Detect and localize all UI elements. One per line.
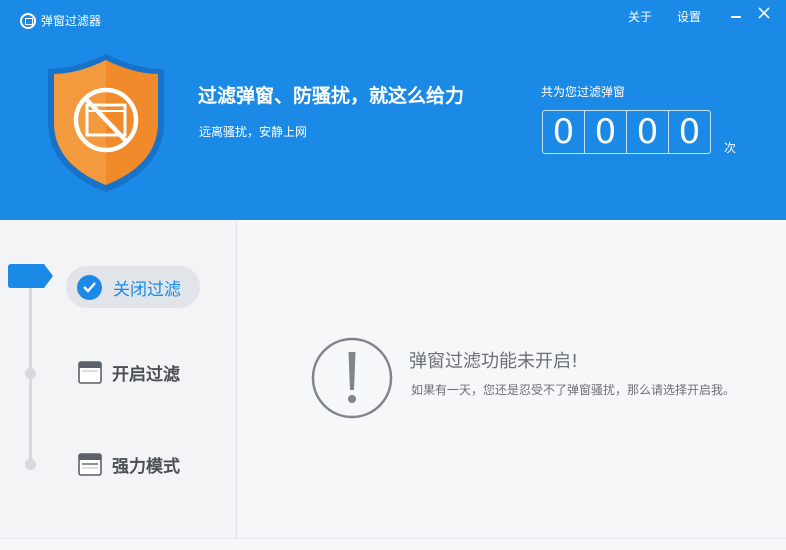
banner-headline: 过滤弹窗、防骚扰，就这么给力: [198, 85, 465, 107]
mode-off-label: 关闭过滤: [113, 279, 181, 300]
settings-link[interactable]: 设置: [677, 9, 701, 25]
status-description: 如果有一天，您还是忍受不了弹窗骚扰，那么请选择开启我。: [411, 383, 736, 397]
rail-dot: [25, 459, 36, 470]
mode-on-label: 开启过滤: [112, 364, 180, 385]
bottom-border: [0, 538, 786, 550]
window-icon: [78, 360, 102, 384]
checkmark-icon: [77, 274, 102, 300]
app-title: 弹窗过滤器: [41, 14, 102, 28]
mode-strong-button[interactable]: 强力模式: [78, 451, 180, 477]
status-title: 弹窗过滤功能未开启!: [409, 351, 579, 372]
counter-digit: 0: [585, 111, 627, 153]
close-icon[interactable]: [757, 5, 771, 21]
window-icon: [78, 452, 102, 476]
minimize-icon[interactable]: [731, 7, 743, 23]
rail-dot: [25, 368, 36, 379]
header-banner: 弹窗过滤器 关于 设置 过滤弹窗、防骚扰，就这么给力 远离骚扰，安静上网 共为您…: [0, 0, 786, 220]
counter-label: 共为您过滤弹窗: [541, 85, 626, 99]
active-mode-marker: [8, 264, 53, 288]
warning-icon: [311, 337, 393, 419]
title-bar: 弹窗过滤器 关于 设置: [0, 0, 786, 34]
counter-unit: 次: [724, 141, 737, 155]
counter-digit: 0: [543, 111, 585, 153]
shield-block-icon: [48, 54, 164, 192]
mode-strong-label: 强力模式: [112, 456, 180, 477]
blocked-counter: 0 0 0 0: [542, 110, 711, 154]
app-logo-icon: [20, 13, 36, 29]
mode-on-button[interactable]: 开启过滤: [78, 359, 180, 385]
about-link[interactable]: 关于: [628, 9, 652, 25]
mode-off-button[interactable]: 关闭过滤: [66, 266, 200, 308]
counter-digit: 0: [678, 112, 701, 152]
banner-subline: 远离骚扰，安静上网: [199, 125, 308, 139]
counter-digit: 0: [627, 111, 669, 153]
